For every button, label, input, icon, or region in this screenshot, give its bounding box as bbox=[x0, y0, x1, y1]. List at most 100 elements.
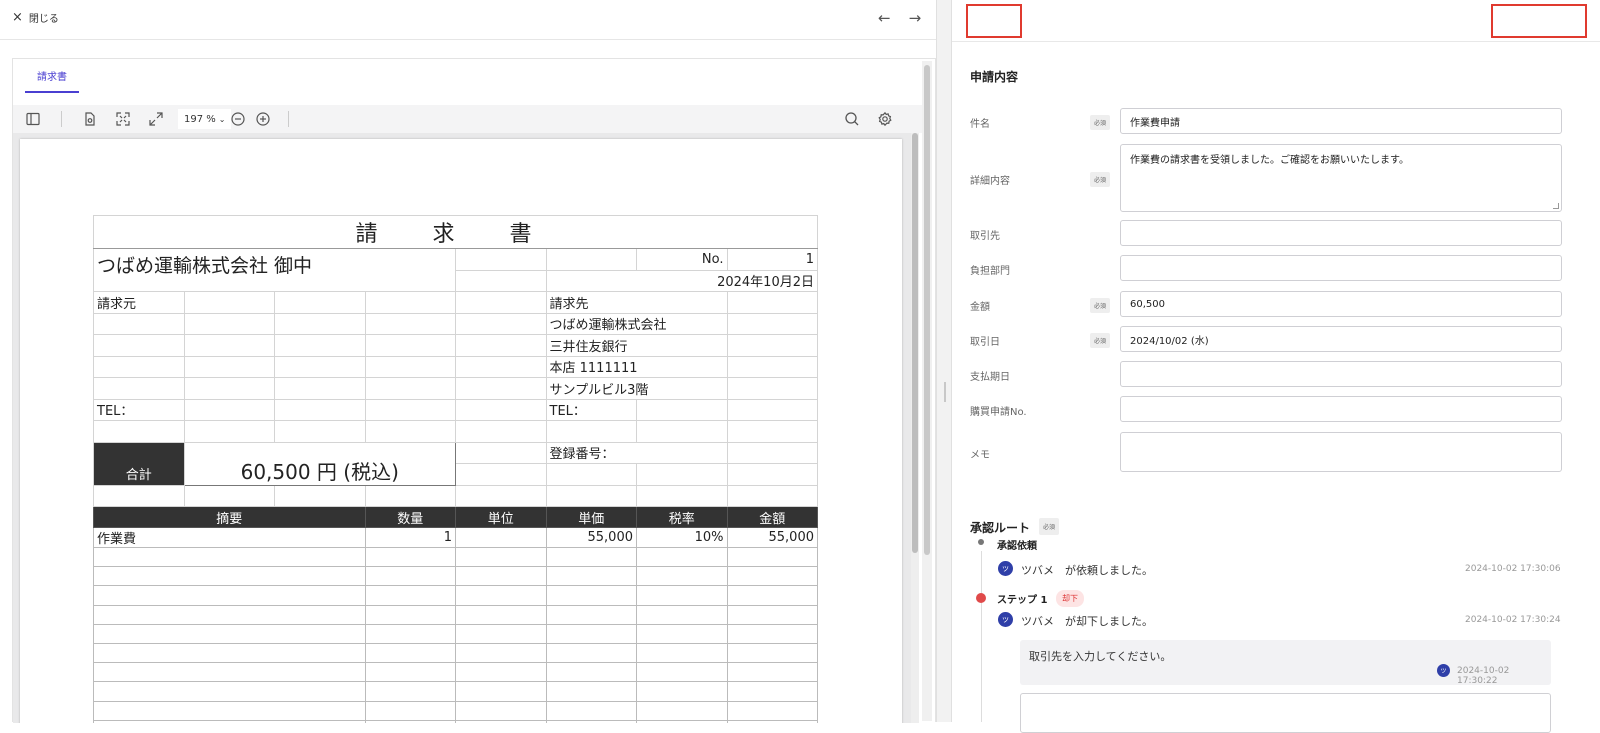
document-viewer: 請求書 197 % ⌄ 請 求 書 つばめ運輸株式会社 御中 No. 1 202… bbox=[12, 58, 936, 723]
avatar: ツ bbox=[1437, 664, 1450, 677]
field-transaction-date: 取引日 必須 2024/10/02 (水) bbox=[970, 326, 1590, 352]
registration-label: 登録番号： bbox=[545, 441, 728, 464]
resize-handle[interactable] bbox=[944, 382, 946, 402]
request-text: ツバメ が依頼しました。 bbox=[1021, 564, 1153, 577]
details-textarea[interactable]: 作業費の請求書を受領しました。ご確認をお願いいたします。 bbox=[1120, 144, 1562, 212]
prev-arrow-icon[interactable]: ← bbox=[878, 9, 891, 27]
vendor-input[interactable] bbox=[1120, 220, 1562, 246]
field-label: メモ bbox=[970, 450, 990, 461]
subject-input[interactable]: 作業費申請 bbox=[1120, 108, 1562, 134]
step1-text: ツバメ が却下しました。 bbox=[1021, 615, 1153, 628]
col-tax: 税率 bbox=[636, 506, 728, 528]
amount-input[interactable]: 60,500 bbox=[1120, 291, 1562, 317]
field-memo: メモ bbox=[970, 432, 1590, 472]
col-unit: 単位 bbox=[455, 506, 547, 528]
gear-icon[interactable] bbox=[877, 111, 893, 127]
close-button[interactable]: × 閉じる bbox=[12, 10, 59, 25]
highlight-box-right[interactable] bbox=[1491, 4, 1587, 38]
field-label: 件名 bbox=[970, 119, 990, 130]
invoice-to-line: サンプルビル3階 bbox=[545, 377, 728, 400]
invoice-client: つばめ運輸株式会社 御中 bbox=[93, 248, 456, 292]
due-date-input[interactable] bbox=[1120, 361, 1562, 387]
transaction-date-input[interactable]: 2024/10/02 (水) bbox=[1120, 326, 1562, 352]
sidebar-toggle-icon[interactable] bbox=[25, 111, 41, 127]
zoom-in-icon[interactable] bbox=[255, 111, 271, 127]
document-canvas[interactable]: 請 求 書 つばめ運輸株式会社 御中 No. 1 2024年10月2日 請求元 … bbox=[13, 133, 911, 723]
field-label: 取引日 bbox=[970, 337, 1000, 348]
item-qty: 1 bbox=[364, 527, 456, 548]
status-badge: 却下 bbox=[1056, 590, 1084, 607]
zoom-out-icon[interactable] bbox=[230, 111, 246, 127]
field-amount: 金額 必須 60,500 bbox=[970, 291, 1590, 317]
field-details: 詳細内容 必須 作業費の請求書を受領しました。ご確認をお願いいたします。 bbox=[970, 144, 1590, 212]
memo-textarea[interactable] bbox=[1120, 432, 1562, 472]
toolbar-separator bbox=[61, 111, 62, 127]
tab-invoice[interactable]: 請求書 bbox=[25, 59, 79, 93]
viewer-scrollbar[interactable] bbox=[922, 61, 932, 721]
viewer-topbar: × 閉じる ← → bbox=[0, 0, 950, 40]
timeline-line bbox=[981, 551, 982, 722]
close-label: 閉じる bbox=[28, 14, 59, 25]
invoice-to-line: 本店 1111111 bbox=[545, 355, 728, 378]
total-label: 合計 bbox=[93, 441, 185, 486]
timeline-dot-rejected bbox=[976, 593, 986, 603]
field-label: 購買申請No. bbox=[970, 407, 1027, 418]
request-timestamp: 2024-10-02 17:30:06 bbox=[1465, 564, 1561, 574]
col-description: 摘要 bbox=[93, 506, 366, 528]
invoice-page: 請 求 書 つばめ運輸株式会社 御中 No. 1 2024年10月2日 請求元 … bbox=[20, 139, 902, 723]
field-department: 負担部門 bbox=[970, 255, 1590, 281]
purchase-no-input[interactable] bbox=[1120, 396, 1562, 422]
page-fit-icon[interactable] bbox=[82, 111, 98, 127]
item-name: 作業費 bbox=[93, 527, 366, 548]
details-value: 作業費の請求書を受領しました。ご確認をお願いいたします。 bbox=[1130, 155, 1409, 166]
field-label: 詳細内容 bbox=[970, 176, 1010, 187]
close-icon: × bbox=[12, 10, 23, 25]
invoice-table: 請 求 書 つばめ運輸株式会社 御中 No. 1 2024年10月2日 請求元 … bbox=[93, 215, 818, 723]
invoice-title: 請 求 書 bbox=[93, 215, 818, 249]
department-input[interactable] bbox=[1120, 255, 1562, 281]
approval-title: 承認ルート bbox=[970, 521, 1031, 535]
field-label: 負担部門 bbox=[970, 266, 1010, 277]
highlight-box-left[interactable] bbox=[966, 4, 1022, 38]
chevron-down-icon: ⌄ bbox=[218, 114, 226, 124]
invoice-no-value: 1 bbox=[726, 248, 818, 271]
resize-grip-icon[interactable] bbox=[1553, 203, 1559, 209]
timeline-dot bbox=[978, 539, 984, 545]
search-icon[interactable] bbox=[844, 111, 860, 127]
field-label: 取引先 bbox=[970, 231, 1000, 242]
fit-screen-icon[interactable] bbox=[115, 111, 131, 127]
document-scrollbar[interactable] bbox=[911, 133, 919, 723]
table-row: 作業費 1 55,000 10% 55,000 bbox=[93, 527, 818, 548]
step1-timestamp: 2024-10-02 17:30:24 bbox=[1465, 615, 1561, 625]
item-unit bbox=[455, 527, 547, 548]
field-label: 支払期日 bbox=[970, 372, 1010, 383]
zoom-value: 197 % bbox=[184, 113, 216, 125]
expand-icon[interactable] bbox=[148, 111, 164, 127]
item-amount: 55,000 bbox=[726, 527, 818, 548]
viewer-scroll-thumb[interactable] bbox=[924, 65, 930, 555]
request-step-title: 承認依頼 bbox=[997, 541, 1037, 552]
total-value: 60,500 円 (税込) bbox=[183, 441, 456, 486]
panel-divider[interactable] bbox=[936, 0, 952, 722]
zoom-select[interactable]: 197 % ⌄ bbox=[178, 109, 232, 129]
invoice-from-tel: TEL： bbox=[93, 398, 185, 421]
item-price: 55,000 bbox=[545, 527, 637, 548]
required-badge: 必須 bbox=[1090, 333, 1111, 348]
field-purchase-no: 購買申請No. bbox=[970, 396, 1590, 422]
field-label: 金額 bbox=[970, 302, 990, 313]
avatar: ツ bbox=[998, 612, 1013, 627]
required-badge: 必須 bbox=[1090, 115, 1111, 130]
section-title: 申請内容 bbox=[970, 70, 1019, 84]
toolbar-separator bbox=[288, 111, 289, 127]
field-subject: 件名 必須 作業費申請 bbox=[970, 108, 1590, 134]
comment-input[interactable] bbox=[1020, 693, 1551, 733]
comment-timestamp: 2024-10-02 17:30:22 bbox=[1457, 666, 1510, 686]
col-price: 単価 bbox=[545, 506, 637, 528]
invoice-to-label: 請求先 bbox=[545, 291, 728, 314]
avatar: ツ bbox=[998, 561, 1013, 576]
viewer-toolbar: 197 % ⌄ bbox=[13, 105, 923, 133]
document-scroll-thumb[interactable] bbox=[912, 133, 918, 553]
next-arrow-icon[interactable]: → bbox=[909, 9, 922, 27]
required-badge: 必須 bbox=[1090, 298, 1111, 313]
col-amount: 金額 bbox=[726, 506, 818, 528]
